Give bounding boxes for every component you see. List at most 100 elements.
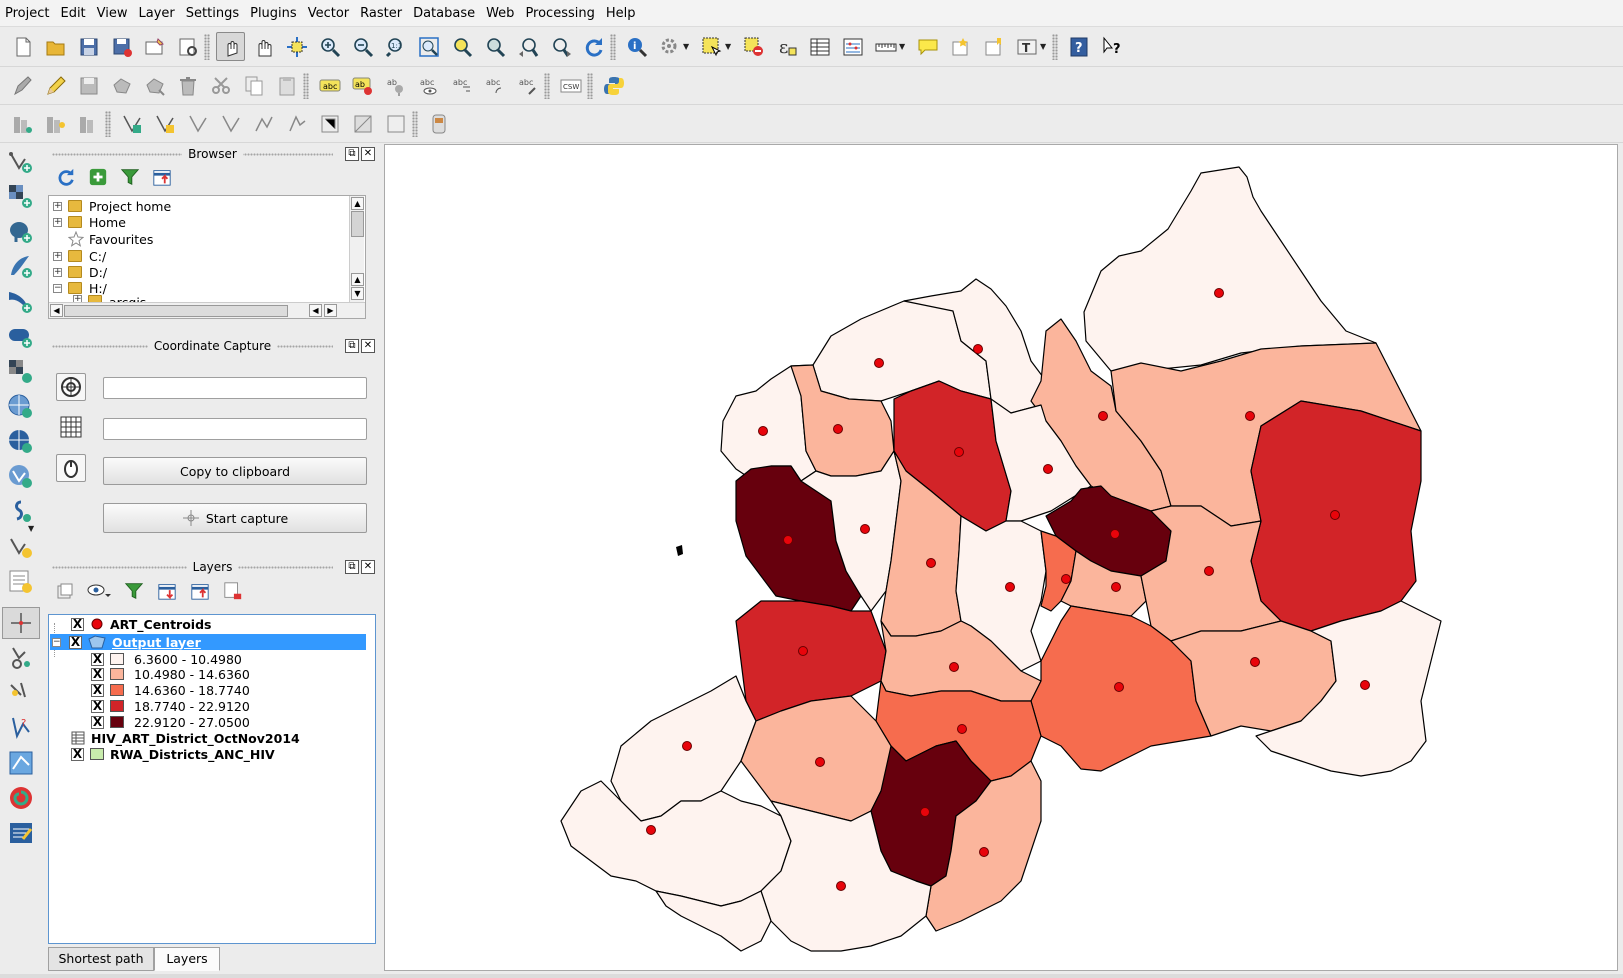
move-feature-icon[interactable]	[140, 71, 169, 100]
tree-item-home[interactable]: + Home	[53, 214, 126, 230]
delete-ring-icon[interactable]	[216, 109, 245, 138]
class-visibility-checkbox[interactable]: X	[91, 715, 104, 729]
save-as-icon[interactable]	[107, 32, 136, 61]
scroll-right-icon[interactable]: ▶	[324, 304, 337, 317]
menu-plugins[interactable]: Plugins	[245, 0, 303, 27]
centroid-point[interactable]	[682, 741, 692, 751]
zoom-last-icon[interactable]	[513, 32, 542, 61]
centroid-point[interactable]	[957, 724, 967, 734]
zoom-in-icon[interactable]	[315, 32, 344, 61]
scroll-left-icon[interactable]: ◀	[50, 304, 63, 317]
toggle-editing-icon[interactable]	[41, 71, 70, 100]
add-oracle-layer-icon[interactable]	[2, 321, 40, 353]
sql-icon[interactable]: ?	[2, 712, 40, 744]
add-wcs-layer-icon[interactable]	[2, 391, 40, 423]
heatmap-icon[interactable]	[2, 677, 40, 709]
centroid-point[interactable]	[874, 358, 884, 368]
paste-features-icon[interactable]	[272, 71, 301, 100]
centroid-point[interactable]	[1114, 682, 1124, 692]
select-crs-icon[interactable]	[56, 373, 86, 401]
new-layer-dropdown-icon[interactable]: ▼	[28, 524, 36, 533]
centroid-point[interactable]	[860, 524, 870, 534]
tab-layers[interactable]: Layers	[154, 947, 220, 971]
centroid-point[interactable]	[798, 646, 808, 656]
help-icon[interactable]: ?	[1064, 32, 1093, 61]
zoom-out-icon[interactable]	[348, 32, 377, 61]
centroid-point[interactable]	[1061, 574, 1071, 584]
editor-plugin-icon[interactable]	[2, 817, 40, 849]
close-panel-icon[interactable]: ✕	[361, 560, 375, 574]
pan-map-icon[interactable]	[249, 32, 278, 61]
measure-dropdown-icon[interactable]: ▼	[899, 42, 907, 51]
collapse-all-icon[interactable]	[190, 581, 210, 601]
map-canvas[interactable]	[384, 144, 1618, 971]
add-feature-icon[interactable]	[107, 71, 136, 100]
menu-settings[interactable]: Settings	[181, 0, 245, 27]
menu-view[interactable]: View	[92, 0, 134, 27]
expand-icon[interactable]: +	[53, 201, 62, 211]
class-visibility-checkbox[interactable]: X	[91, 699, 104, 713]
annotation-icon[interactable]: T	[1012, 32, 1041, 61]
centroid-point[interactable]	[1214, 288, 1224, 298]
statistics-icon[interactable]	[838, 32, 867, 61]
centroid-point[interactable]	[1110, 529, 1120, 539]
centroid-point[interactable]	[758, 426, 768, 436]
delete-selected-icon[interactable]	[173, 71, 202, 100]
expand-icon[interactable]: +	[53, 251, 62, 261]
legend-class-1[interactable]: X 6.3600 - 10.4980	[91, 651, 242, 667]
manage-visibility-icon[interactable]	[87, 582, 111, 600]
centroid-point[interactable]	[783, 535, 793, 545]
add-vector-layer-icon[interactable]	[2, 146, 40, 178]
coordinate-capture-icon[interactable]	[2, 531, 40, 563]
float-panel-icon[interactable]: ⧉	[345, 147, 359, 161]
centroid-point[interactable]	[1330, 510, 1340, 520]
digitize-3-icon[interactable]	[74, 109, 103, 138]
map-svg[interactable]	[385, 145, 1618, 971]
filter-icon[interactable]	[120, 167, 140, 187]
layer-visibility-checkbox[interactable]: X	[69, 635, 82, 649]
expand-icon[interactable]: +	[53, 267, 62, 277]
menu-raster[interactable]: Raster	[355, 0, 408, 27]
zoom-to-layer-icon[interactable]	[480, 32, 509, 61]
add-raster-layer-icon[interactable]	[2, 181, 40, 213]
legend-class-2[interactable]: X 10.4980 - 14.6360	[91, 666, 250, 682]
track-mouse-icon[interactable]	[56, 454, 86, 482]
coordinate-field-1[interactable]	[103, 377, 367, 399]
pan-to-selection-icon[interactable]	[282, 32, 311, 61]
change-label-icon[interactable]: abc	[513, 71, 542, 100]
browser-vertical-scrollbar[interactable]: ▲ ▲ ▼	[349, 196, 364, 304]
layer-visibility-checkbox[interactable]: X	[71, 617, 84, 631]
show-bookmarks-icon[interactable]	[979, 32, 1008, 61]
fill-ring-icon[interactable]	[183, 109, 212, 138]
new-project-icon[interactable]	[8, 32, 37, 61]
centroid-point[interactable]	[1111, 582, 1121, 592]
tree-item-c-drive[interactable]: + C:/	[53, 248, 106, 264]
browser-horizontal-scrollbar[interactable]: ◀ ◀ ▶	[49, 302, 365, 318]
add-wms-layer-icon[interactable]	[2, 356, 40, 388]
save-project-icon[interactable]	[74, 32, 103, 61]
float-panel-icon[interactable]: ⧉	[345, 560, 359, 574]
collapse-all-icon[interactable]	[152, 167, 172, 187]
legend-class-5[interactable]: X 22.9120 - 27.0500	[91, 714, 250, 730]
add-ring-icon[interactable]	[117, 109, 146, 138]
class-visibility-checkbox[interactable]: X	[91, 652, 104, 666]
centroid-point[interactable]	[979, 847, 989, 857]
layer-output-layer[interactable]: − X Output layer	[52, 634, 201, 650]
centroid-point[interactable]	[836, 881, 846, 891]
move-label-icon[interactable]: abc	[447, 71, 476, 100]
menu-edit[interactable]: Edit	[55, 0, 91, 27]
start-capture-button[interactable]: Start capture	[103, 503, 367, 533]
zoom-next-icon[interactable]	[546, 32, 575, 61]
digitize-1-icon[interactable]	[8, 109, 37, 138]
centroid-point[interactable]	[973, 344, 983, 354]
action-icon[interactable]	[655, 32, 684, 61]
refresh-icon[interactable]	[56, 167, 76, 187]
close-panel-icon[interactable]: ✕	[361, 339, 375, 353]
save-layer-edits-icon[interactable]	[74, 71, 103, 100]
close-panel-icon[interactable]: ✕	[361, 147, 375, 161]
csw-search-icon[interactable]: CSW	[556, 71, 585, 100]
identify-icon[interactable]: i	[622, 32, 651, 61]
digitize-2-icon[interactable]	[41, 109, 70, 138]
zoom-to-selection-icon[interactable]	[447, 32, 476, 61]
menu-project[interactable]: Project	[0, 0, 55, 27]
